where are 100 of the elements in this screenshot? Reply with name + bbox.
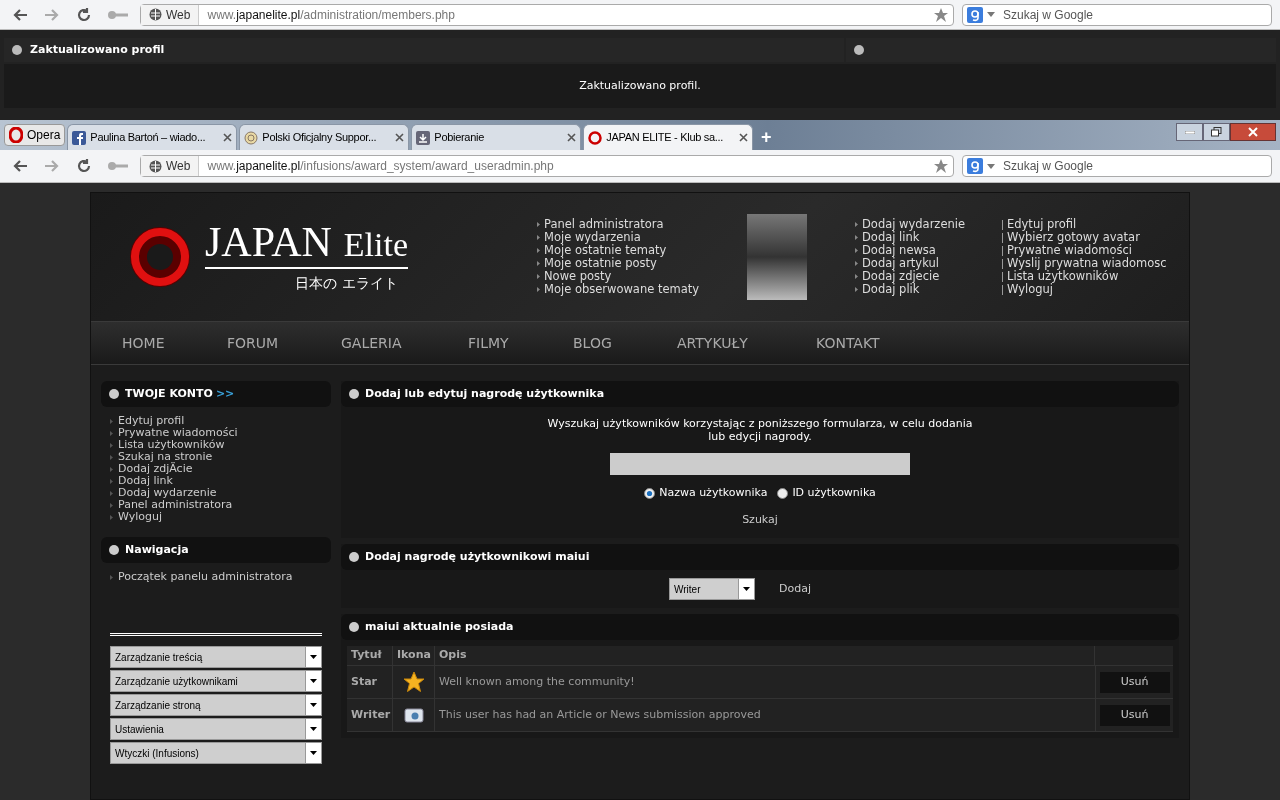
restore-button[interactable] [1203,123,1230,141]
intro-text: Wyszukaj użytkowników korzystając z poniższego formularza, w celu dodania lub edycji nagrody. [546,417,974,443]
search-field[interactable]: Szukaj w Google [962,155,1272,177]
tab-label: Pobieranie [434,130,485,146]
arrow-icon [537,235,540,240]
sidebar-link[interactable]: Szukaj na stronie [118,451,213,463]
header-link[interactable]: Nowe posty [544,270,612,283]
search-placeholder: Szukaj w Google [1002,6,1095,24]
header-link[interactable]: Prywatne wiadomości [1007,244,1132,257]
browser-tab[interactable]: JAPAN ELITE - Klub sa... [583,124,754,150]
nav-link[interactable]: KONTAKT [816,332,916,354]
sidebar-link[interactable]: Dodaj link [118,475,173,487]
table-cell-text: Well known among the community! [438,673,636,690]
sidebar-link[interactable]: Dodaj zdjÄcie [118,463,193,475]
dropdown[interactable]: Zarządzanie użytkownikami [110,670,322,692]
header-link[interactable]: Panel administratora [544,218,664,231]
arrow-icon [537,274,540,279]
header-link[interactable]: Edytuj profil [1007,218,1077,231]
arrow-icon [855,222,858,227]
remove-button[interactable]: Usuń [1099,671,1170,693]
opera-logo-icon [9,127,23,143]
nav-link[interactable]: GALERIA [341,332,468,354]
close-icon [739,133,749,142]
dropdown[interactable]: Zarządzanie stroną [110,694,322,716]
sidebar-link[interactable]: Dodaj wydarzenie [118,487,217,499]
close-window-button[interactable] [1230,123,1276,141]
header-link[interactable]: Wyslij prywatna wiadomosc [1007,257,1167,270]
ring-logo-icon [127,224,193,290]
nav-link[interactable]: FORUM [227,332,341,354]
opera-button[interactable]: Opera [4,124,66,146]
close-icon [223,133,233,142]
tab-label: JAPAN ELITE - Klub sa... [606,130,725,146]
address-bar[interactable]: Web www.japanelite.pl/administration/members.php [140,3,954,26]
remove-button[interactable]: Usuń [1099,704,1170,726]
header-link[interactable]: Wybierz gotowy avatar [1007,231,1140,244]
sidebar-link[interactable]: Początek panelu administratora [118,571,293,583]
ring-icon [588,130,603,145]
header-link[interactable]: Dodaj wydarzenie [862,218,966,231]
browser-tab[interactable]: Pobieranie [411,124,582,150]
header-link[interactable]: Moje ostatnie posty [544,257,657,270]
new-tab-button[interactable]: + [755,126,778,148]
dropdown-value: Ustawienia [114,722,165,737]
web-label: Web [166,158,191,175]
sidebar-link[interactable]: Prywatne wiadomości [118,427,238,439]
header-link[interactable]: Moje ostatnie tematy [544,244,667,257]
star-icon [402,671,425,693]
add-button[interactable]: Dodaj [779,580,811,598]
header-link[interactable]: Dodaj plik [862,283,920,296]
dropdown-value: Writer [673,582,702,597]
radio-option[interactable]: ID użytkownika [777,485,876,502]
search-placeholder: Szukaj w Google [1002,158,1095,175]
award-dropdown[interactable]: Writer [669,578,755,600]
google-icon [967,6,983,23]
column-header: Opis [435,646,1095,665]
web-label: Web [166,6,191,24]
header-link[interactable]: Lista użytkowników [1007,270,1119,283]
caret-icon [743,587,750,591]
logo-subtitle: 日本の エライト [294,273,398,293]
caret-icon [310,727,317,731]
bullet-icon [109,545,119,555]
panel-title-suffix: >> [215,385,235,402]
sidebar-link[interactable]: Wyloguj [118,511,162,523]
bullet-icon [349,622,359,632]
sidebar-link[interactable]: Panel administratora [118,499,233,511]
bullet-icon [109,389,119,399]
back-arrow-icon [12,7,28,22]
search-field[interactable]: Szukaj w Google [962,3,1272,26]
bullet-icon [854,45,864,55]
address-bar[interactable]: Web www.japanelite.pl/infusions/award_system/award_useradmin.php [140,155,954,177]
search-input[interactable] [610,453,910,475]
arrow-icon [537,248,540,253]
header-link[interactable]: Dodaj link [862,231,920,244]
nav-link[interactable]: BLOG [573,332,677,354]
caret-icon [310,751,317,755]
dropdown[interactable]: Ustawienia [110,718,322,740]
panel-title: Dodaj lub edytuj nagrodę użytkownika [365,385,605,402]
browser-tab[interactable]: Polski Oficjalny Suppor... [239,124,410,150]
dropdown[interactable]: Wtyczki (Infusions) [110,742,322,764]
sidebar-link[interactable]: Lista użytkowników [118,439,225,451]
header-link[interactable]: Wyloguj [1007,283,1053,296]
header-link[interactable]: Moje obserwowane tematy [544,283,700,296]
radio-option[interactable]: Nazwa użytkownika [644,485,768,502]
star-icon [933,158,949,174]
globe-icon [244,130,259,145]
nav-link[interactable]: HOME [122,332,227,354]
header-link[interactable]: Dodaj zdjecie [862,270,940,283]
download-icon [416,130,431,145]
nav-link[interactable]: ARTYKUŁY [677,332,816,354]
arrow-icon [855,235,858,240]
browser-tab[interactable]: Paulina Bartoń – wiado... [67,124,238,150]
header-link[interactable]: Dodaj artykul [862,257,939,270]
back-arrow-icon [12,159,28,173]
search-button[interactable]: Szukaj [734,511,786,528]
header-link[interactable]: Dodaj newsa [862,244,936,257]
nav-link[interactable]: FILMY [468,332,573,354]
header-link[interactable]: Moje wydarzenia [544,231,641,244]
close-icon [1248,127,1258,137]
minimize-button[interactable] [1176,123,1203,141]
sidebar-link[interactable]: Edytuj profil [118,415,185,427]
dropdown[interactable]: Zarządzanie treścią [110,646,322,668]
